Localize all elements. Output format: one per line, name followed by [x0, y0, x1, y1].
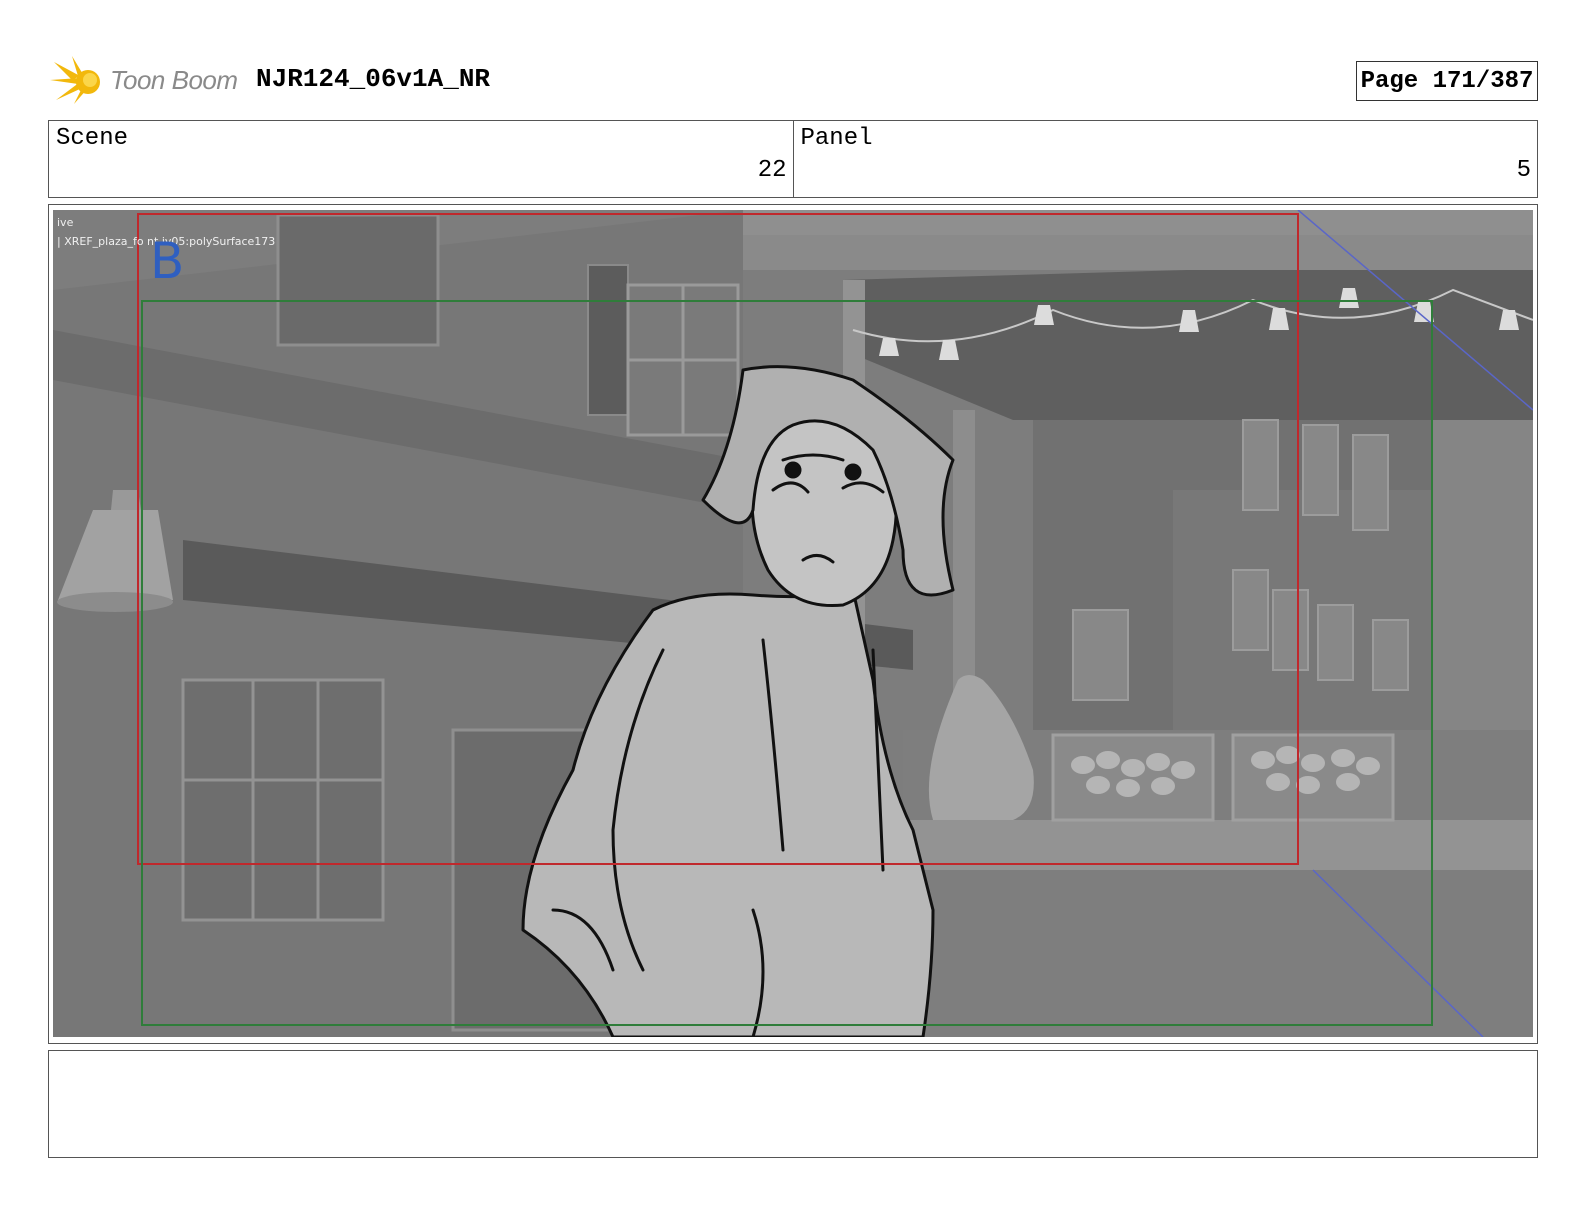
scene-label: Scene [56, 125, 129, 152]
storyboard-image: ive | XREF_plaza_fo nt iv05:polySurface1… [53, 210, 1533, 1037]
starburst-logo-icon [50, 56, 100, 104]
upper-window [276, 213, 440, 347]
panel-frame: ive | XREF_plaza_fo nt iv05:polySurface1… [48, 204, 1538, 1044]
logo-text: Toon Boom [110, 64, 238, 95]
panel-label: Panel [800, 125, 873, 152]
info-row: Scene 22 Panel 5 [48, 120, 1538, 198]
lower-window [181, 678, 385, 922]
panel-cell: Panel 5 [792, 121, 1538, 197]
document-title: NJR124_06v1A_NR [256, 64, 491, 94]
storyboard-drawing [53, 210, 1533, 1037]
panel-number: 5 [1516, 157, 1531, 184]
toon-boom-logo: Toon Boom [50, 54, 238, 106]
page-number: Page 171/387 [1356, 61, 1538, 101]
scene-number: 22 [757, 157, 787, 184]
notes-box[interactable] [48, 1050, 1538, 1158]
viewport-overlay-label: ive [57, 216, 74, 229]
scene-cell: Scene 22 [49, 121, 793, 197]
camera-label: B [150, 232, 185, 290]
window-shutter [587, 264, 629, 416]
